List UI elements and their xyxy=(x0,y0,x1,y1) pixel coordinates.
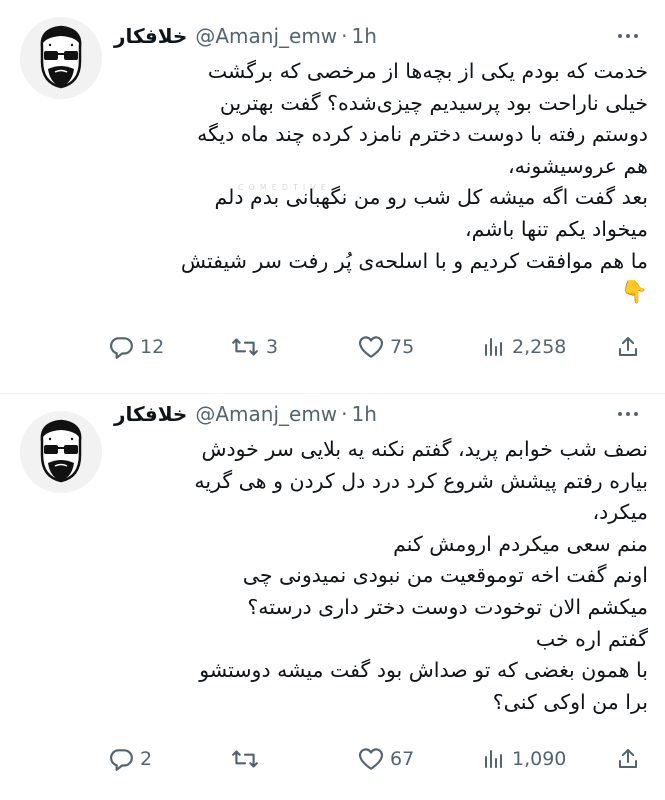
tweet-line: گفتم اره خب xyxy=(535,626,648,651)
tweet-line: برا من اوکی کنی؟ xyxy=(492,689,648,714)
share-button[interactable] xyxy=(616,329,640,365)
tweet-time[interactable]: 1h xyxy=(352,402,377,426)
like-button[interactable]: 67 xyxy=(358,741,414,777)
author-name[interactable]: خلافکار xyxy=(114,402,187,426)
action-bar: 12 3 75 2,258 xyxy=(108,329,648,365)
like-icon xyxy=(358,335,384,359)
repost-button[interactable]: 3 xyxy=(230,329,278,365)
like-icon xyxy=(358,747,384,771)
views-button[interactable]: 2,258 xyxy=(482,329,566,365)
tweet-text: خدمت که بودم یکی از بچه‌ها از مرخصی که ب… xyxy=(114,56,648,309)
reply-count: 12 xyxy=(140,336,165,358)
share-icon xyxy=(616,335,640,359)
like-count: 67 xyxy=(390,748,415,770)
reply-button[interactable]: 2 xyxy=(108,741,152,777)
tweet-line: میکرد، xyxy=(592,500,648,525)
action-bar: 2 67 1,090 xyxy=(108,741,648,777)
views-button[interactable]: 1,090 xyxy=(482,741,566,777)
avatar[interactable] xyxy=(20,17,102,99)
tweet-2[interactable]: خلافکار @Amanj_emw · 1h نصف شب خوابم پری… xyxy=(0,394,665,800)
avatar[interactable] xyxy=(20,411,102,493)
reply-icon xyxy=(108,334,134,360)
tweet-line: منم سعی میکردم ارومش کنم xyxy=(393,531,648,556)
repost-button[interactable] xyxy=(230,741,266,777)
views-icon xyxy=(482,335,506,359)
author-handle[interactable]: @Amanj_emw xyxy=(195,24,337,48)
repost-icon xyxy=(230,334,260,360)
author-handle[interactable]: @Amanj_emw xyxy=(195,402,337,426)
tweet-line: خیلی ناراحت بود پرسیدیم چیزی‌شده؟ گفت به… xyxy=(219,90,648,115)
reply-icon xyxy=(108,746,134,772)
tweet-line: میخواد یکم تنها باشم، xyxy=(464,216,648,241)
pointing-down-emoji: 👇 xyxy=(620,280,648,306)
share-button[interactable] xyxy=(616,741,640,777)
tweet-line: بیاره رفتم پیشش شروع کرد درد دل کردن و ه… xyxy=(194,468,648,493)
avatar-image xyxy=(20,411,102,493)
more-icon[interactable] xyxy=(615,26,641,46)
repost-icon xyxy=(230,746,260,772)
views-icon xyxy=(482,747,506,771)
tweet-header: خلافکار @Amanj_emw · 1h xyxy=(114,399,377,429)
reply-button[interactable]: 12 xyxy=(108,329,164,365)
repost-count: 3 xyxy=(266,336,279,358)
tweet-line: خدمت که بودم یکی از بچه‌ها از مرخصی که ب… xyxy=(207,59,648,83)
tweet-line: با همون بغضی که تو صداش بود گفت میشه دوس… xyxy=(199,658,648,683)
header-separator: · xyxy=(341,402,348,426)
reply-count: 2 xyxy=(140,748,153,770)
header-separator: · xyxy=(341,24,348,48)
tweet-time[interactable]: 1h xyxy=(352,24,377,48)
tweet-line: ما هم موافقت کردیم و با اسلحه‌ی پُر رفت … xyxy=(180,248,648,273)
tweet-header: خلافکار @Amanj_emw · 1h xyxy=(114,21,377,51)
more-icon[interactable] xyxy=(615,404,641,424)
tweet-line: دوستم رفته با دوست دخترم نامزد کرده چند … xyxy=(197,122,648,147)
tweet-text: نصف شب خوابم پرید، گفتم نکنه یه بلایی سر… xyxy=(114,434,648,718)
watermark: COMEDTIVE xyxy=(238,183,331,192)
tweet-line: هم عروسیشونه، xyxy=(508,153,648,178)
tweet-line: بعد گفت اگه میشه کل شب رو من نگهبانی بدم… xyxy=(214,185,648,210)
tweet-line: نصف شب خوابم پرید، گفتم نکنه یه بلایی سر… xyxy=(201,437,648,461)
author-name[interactable]: خلافکار xyxy=(114,24,187,48)
like-button[interactable]: 75 xyxy=(358,329,414,365)
like-count: 75 xyxy=(390,336,415,358)
tweet-1[interactable]: خلافکار @Amanj_emw · 1h خدمت که بودم یکی… xyxy=(0,0,665,393)
views-count: 1,090 xyxy=(512,748,567,770)
share-icon xyxy=(616,747,640,771)
views-count: 2,258 xyxy=(512,336,567,358)
avatar-image xyxy=(20,17,102,99)
tweet-line: اونم گفت اخه توموقعیت من نبودی نمیدونی چ… xyxy=(242,563,648,588)
tweet-line: میکشم الان توخودت دوست دختر داری درسته؟ xyxy=(247,594,648,619)
